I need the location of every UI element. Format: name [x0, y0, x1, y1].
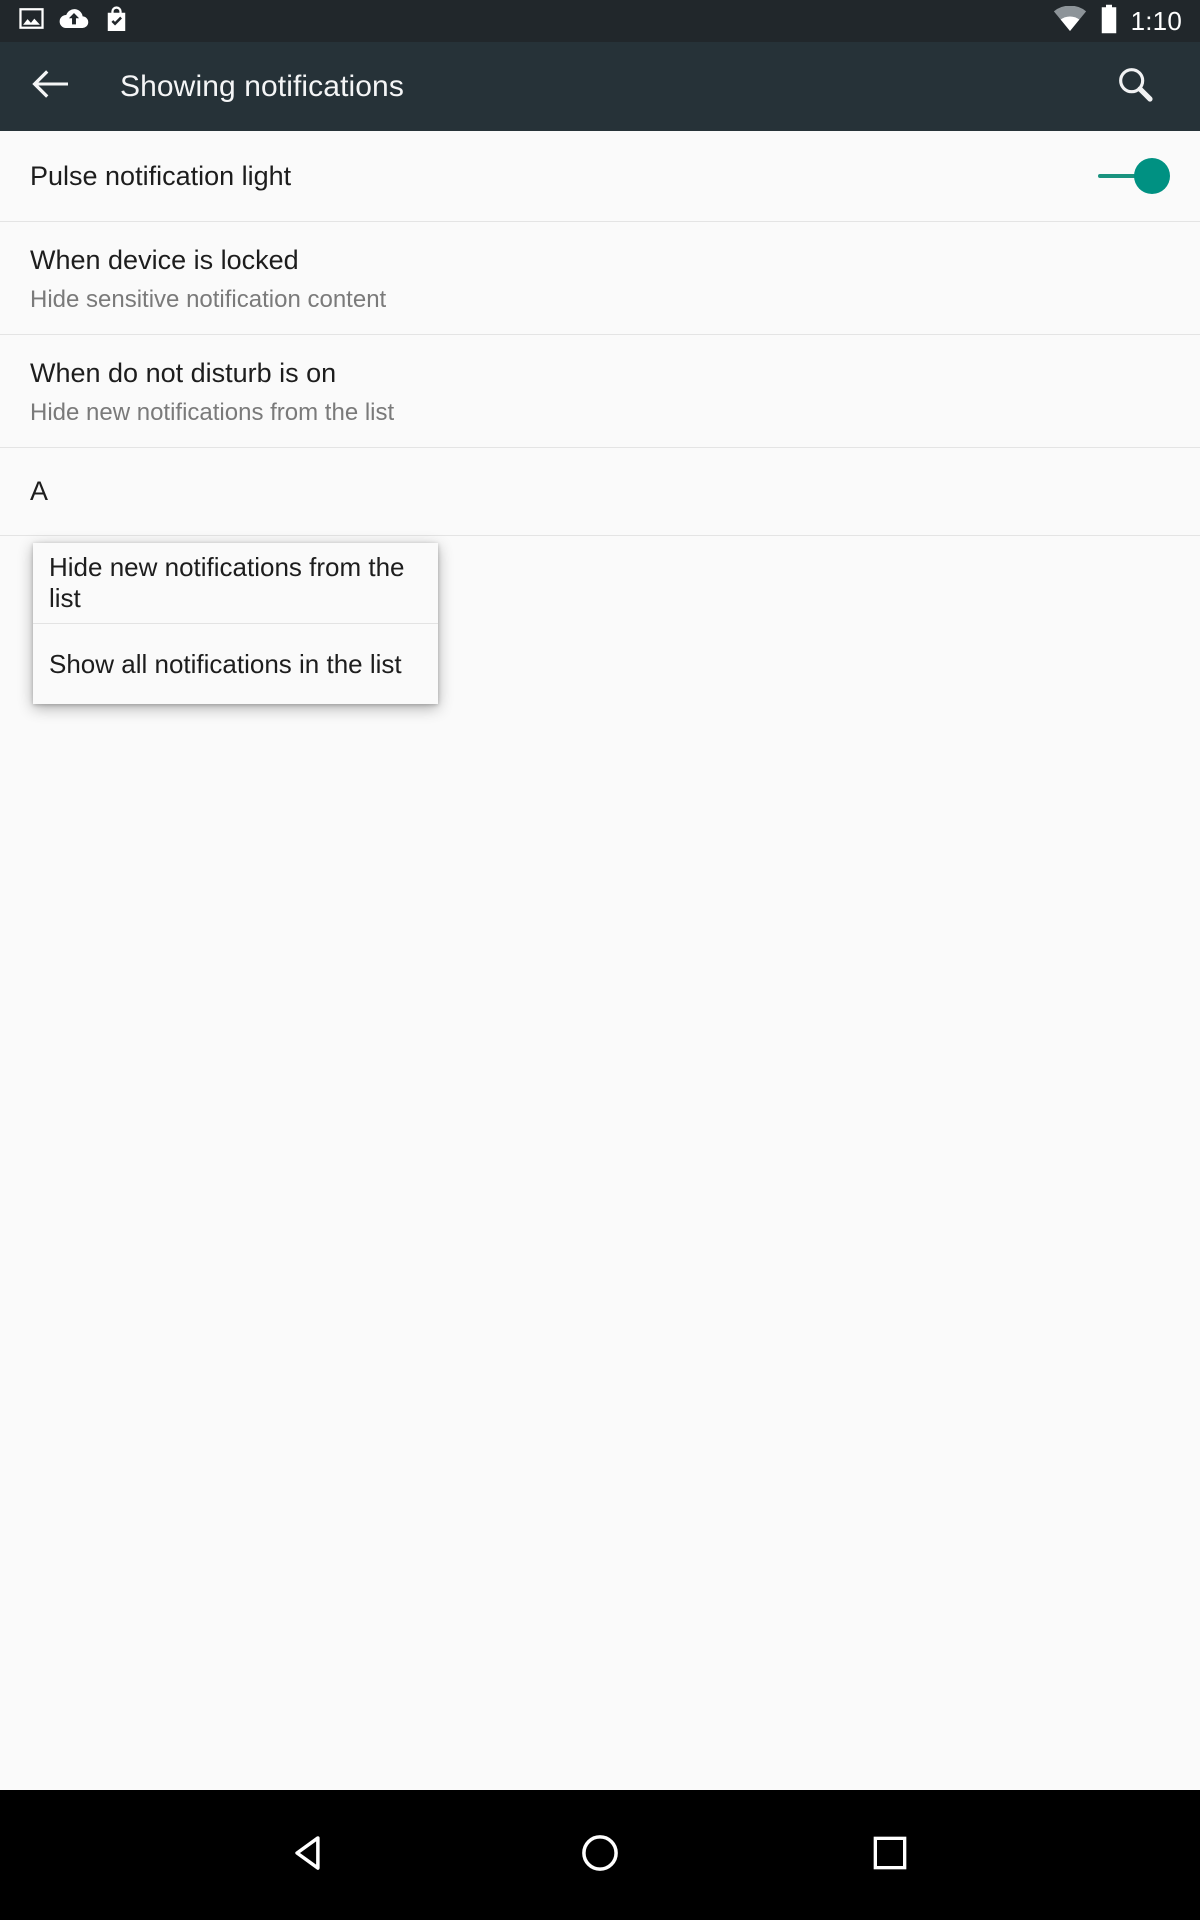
list-item-subtitle: Hide sensitive notification content — [30, 286, 387, 314]
list-item-texts: When do not disturb is on Hide new notif… — [30, 357, 1170, 428]
status-bar-left-icons — [0, 5, 130, 38]
list-item-texts: When device is locked Hide sensitive not… — [30, 244, 1170, 315]
search-button[interactable] — [1100, 42, 1170, 131]
popup-option-show-all-notifications[interactable]: Show all notifications in the list — [33, 624, 438, 704]
list-item-obscured[interactable]: A — [0, 448, 1200, 536]
list-item-subtitle: Hide new notifications from the list — [30, 399, 395, 427]
nav-recents-button[interactable] — [845, 1810, 935, 1900]
status-bar-clock: 1:10 — [1130, 5, 1182, 36]
system-navigation-bar — [0, 1790, 1200, 1920]
back-triangle-icon — [289, 1832, 331, 1879]
pulse-notification-light-switch[interactable] — [1098, 158, 1170, 194]
list-item-texts: Pulse notification light — [30, 160, 1098, 192]
list-item-pulse-notification-light[interactable]: Pulse notification light — [0, 131, 1200, 222]
home-circle-icon — [579, 1832, 621, 1879]
list-item-texts: A — [30, 475, 1170, 507]
popup-option-hide-new-notifications[interactable]: Hide new notifications from the list — [33, 543, 438, 623]
nav-back-button[interactable] — [265, 1810, 355, 1900]
wifi-icon — [1053, 5, 1087, 37]
settings-list: Pulse notification light When device is … — [0, 131, 1200, 1790]
play-store-bag-icon — [103, 5, 130, 38]
status-bar: 1:10 — [0, 0, 1200, 42]
list-item-title: A — [30, 476, 49, 507]
recents-square-icon — [870, 1833, 910, 1878]
list-item-title: When do not disturb is on — [30, 358, 337, 388]
list-item-when-do-not-disturb-is-on[interactable]: When do not disturb is on Hide new notif… — [0, 335, 1200, 448]
search-icon — [1115, 64, 1155, 109]
cloud-upload-icon — [59, 5, 89, 37]
page-title: Showing notifications — [120, 69, 404, 103]
back-arrow-icon — [29, 66, 71, 107]
switch-thumb — [1134, 158, 1170, 194]
status-bar-right-icons: 1:10 — [1053, 4, 1200, 39]
list-item-title: When device is locked — [30, 245, 299, 275]
list-item-when-device-is-locked[interactable]: When device is locked Hide sensitive not… — [0, 222, 1200, 335]
battery-icon — [1100, 4, 1118, 39]
nav-home-button[interactable] — [555, 1810, 645, 1900]
image-icon — [18, 5, 45, 37]
back-button[interactable] — [6, 42, 94, 131]
list-item-title: Pulse notification light — [30, 160, 292, 191]
app-toolbar: Showing notifications — [0, 42, 1200, 131]
do-not-disturb-options-popup: Hide new notifications from the list Sho… — [33, 543, 438, 704]
